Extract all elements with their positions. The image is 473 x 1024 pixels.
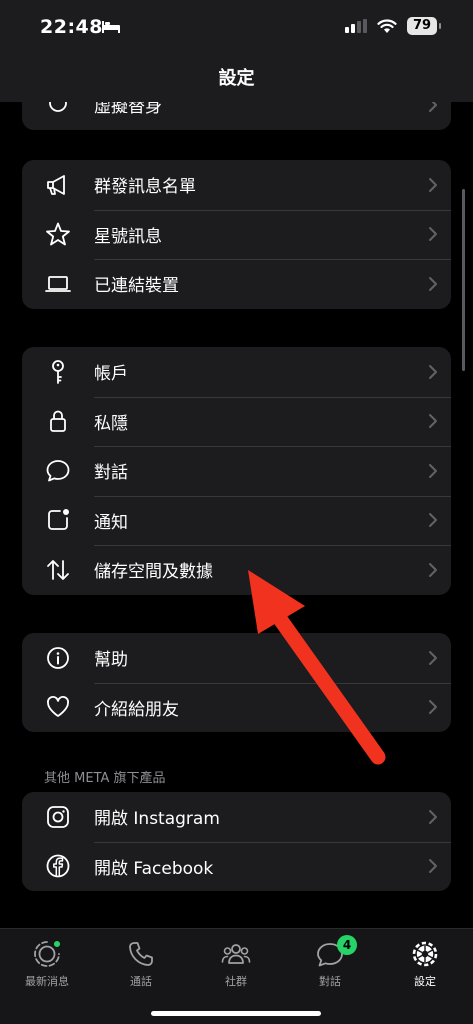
tab-updates[interactable]: 最新消息 <box>0 939 94 989</box>
settings-row-label: 開啟 Facebook <box>94 858 214 879</box>
cellular-signal-icon <box>345 19 367 33</box>
settings-group-1: 群發訊息名單 星號訊息 已連結裝置 <box>22 160 451 309</box>
phone-icon <box>129 942 153 966</box>
settings-row-notifications[interactable]: 通知 <box>22 495 451 546</box>
tab-chats[interactable]: 4 對話 <box>283 935 377 989</box>
chevron-right-icon <box>429 463 437 478</box>
tab-settings[interactable]: 設定 <box>378 939 472 989</box>
section-header-meta: 其他 META 旗下產品 <box>44 771 166 786</box>
settings-row-label: 私隱 <box>94 413 128 434</box>
laptop-icon <box>45 275 71 292</box>
chevron-right-icon <box>429 414 437 429</box>
wifi-icon <box>377 18 397 33</box>
up-down-arrows-icon <box>47 559 69 580</box>
chevron-right-icon <box>429 227 437 242</box>
settings-row-label: 已連結裝置 <box>94 276 179 297</box>
settings-row-avatar[interactable]: 虛擬替身 <box>22 102 451 130</box>
settings-row-open-facebook[interactable]: 開啟 Facebook <box>22 841 451 892</box>
settings-row-label: 開啟 Instagram <box>94 809 220 830</box>
settings-row-label: 帳戶 <box>94 364 128 385</box>
updates-icon <box>34 939 62 967</box>
chevron-right-icon <box>429 650 437 665</box>
key-icon <box>52 359 64 384</box>
info-icon <box>47 646 69 669</box>
settings-row-label: 介紹給朋友 <box>94 699 179 720</box>
chevron-right-icon <box>429 809 437 824</box>
chevron-right-icon <box>429 102 437 112</box>
settings-row-storage-data[interactable]: 儲存空間及數據 <box>22 545 451 595</box>
settings-row-label: 群發訊息名單 <box>94 177 196 198</box>
heart-icon <box>47 696 69 718</box>
settings-row-label: 虛擬替身 <box>94 102 162 118</box>
settings-group-meta: 開啟 Instagram 開啟 Facebook <box>22 792 451 891</box>
facebook-icon <box>46 854 70 878</box>
battery-indicator: 79 <box>407 17 441 35</box>
settings-row-label: 對話 <box>94 463 128 484</box>
chevron-right-icon <box>429 364 437 379</box>
chevron-right-icon <box>429 700 437 715</box>
settings-row-broadcast-lists[interactable]: 群發訊息名單 <box>22 160 451 210</box>
tab-label: 最新消息 <box>25 975 69 988</box>
tab-calls[interactable]: 通話 <box>94 939 188 989</box>
chevron-right-icon <box>429 859 437 874</box>
settings-group-avatar: 虛擬替身 <box>22 102 451 130</box>
settings-row-chats[interactable]: 對話 <box>22 446 451 496</box>
unread-badge: 4 <box>337 935 357 955</box>
settings-row-starred[interactable]: 星號訊息 <box>22 209 451 260</box>
chevron-right-icon <box>429 177 437 192</box>
status-bar: 22:48 79 <box>0 0 473 56</box>
scrollbar[interactable] <box>462 189 465 371</box>
settings-row-invite-friend[interactable]: 介紹給朋友 <box>22 682 451 733</box>
tab-label: 社群 <box>225 975 247 988</box>
chevron-right-icon <box>429 562 437 577</box>
megaphone-icon <box>47 174 65 195</box>
navigation-bar: 設定 <box>0 56 473 102</box>
settings-group-3: 幫助 介紹給朋友 <box>22 633 451 732</box>
chevron-right-icon <box>429 513 437 528</box>
settings-row-label: 幫助 <box>94 650 128 671</box>
star-icon <box>46 222 70 246</box>
tab-label: 通話 <box>130 975 152 988</box>
home-indicator[interactable] <box>151 1011 321 1016</box>
sleep-focus-icon <box>102 21 120 33</box>
settings-row-linked-devices[interactable]: 已連結裝置 <box>22 259 451 309</box>
settings-row-label: 儲存空間及數據 <box>94 562 213 583</box>
tab-label: 對話 <box>319 975 341 988</box>
avatar-icon <box>49 102 67 112</box>
tab-communities[interactable]: 社群 <box>189 939 283 989</box>
lock-icon <box>50 410 66 433</box>
instagram-icon <box>47 805 69 828</box>
settings-icon <box>412 941 438 967</box>
settings-row-label: 星號訊息 <box>94 226 162 247</box>
page-title: 設定 <box>218 68 255 89</box>
settings-row-privacy[interactable]: 私隱 <box>22 396 451 447</box>
settings-group-2: 帳戶 私隱 對話 通知 儲存空間及數據 <box>22 347 451 595</box>
settings-list[interactable]: 虛擬替身 群發訊息名單 星號訊息 已連結裝置 帳戶 私隱 對話 通知 儲存空間及… <box>0 102 473 928</box>
settings-row-label: 通知 <box>94 512 128 533</box>
community-icon <box>221 944 251 964</box>
settings-row-account[interactable]: 帳戶 <box>22 347 451 397</box>
settings-row-open-instagram[interactable]: 開啟 Instagram <box>22 792 451 842</box>
status-time: 22:48 <box>40 16 103 38</box>
chat-bubble-icon <box>46 459 70 482</box>
tab-label: 設定 <box>414 975 436 988</box>
chevron-right-icon <box>429 276 437 291</box>
notification-icon <box>48 509 69 531</box>
settings-row-help[interactable]: 幫助 <box>22 633 451 683</box>
tab-bar: 最新消息 通話 社群 4 對話 設定 <box>0 928 473 1024</box>
